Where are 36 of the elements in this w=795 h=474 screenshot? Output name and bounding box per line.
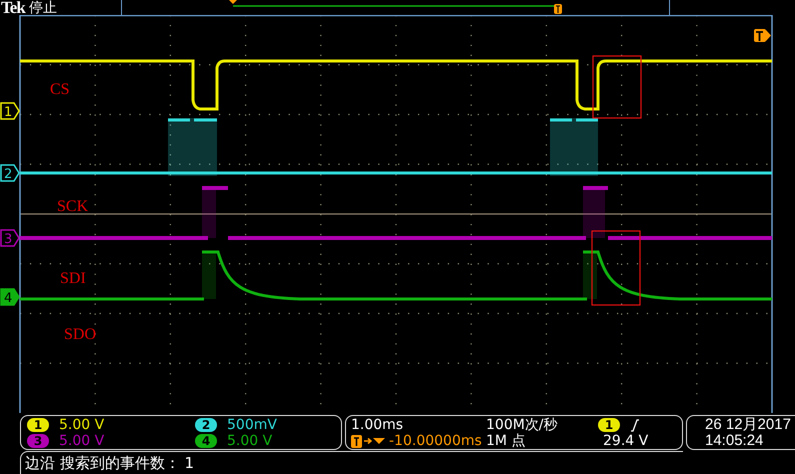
channel-marker[interactable]	[0, 229, 20, 247]
time-scale: 1.00ms	[351, 417, 404, 433]
channel-scale: 500mV	[227, 417, 277, 433]
channel-scale: 5.00 V	[59, 433, 104, 449]
channel-scale: 5.00 V	[59, 417, 104, 433]
channel-badge: 3	[27, 434, 49, 448]
trigger-source-badge: 1	[598, 418, 620, 432]
trigger-level-icon	[754, 29, 771, 42]
zoom-region-frame	[592, 55, 642, 119]
trigger-marker-icon	[554, 4, 562, 14]
run-status: 停止	[28, 0, 57, 14]
trigger-position-icon	[229, 0, 237, 4]
search-status-message: 边沿 搜索到的事件数： 1	[20, 451, 683, 474]
record-length: 1M 点	[486, 433, 526, 449]
channel-number: 1	[4, 105, 12, 120]
rising-edge-icon	[630, 418, 639, 432]
channel-marker[interactable]	[0, 164, 20, 182]
channel-badge: 4	[195, 434, 217, 448]
channel-badge: 1	[27, 418, 49, 432]
sample-rate: 100M次/秒	[486, 417, 559, 433]
channel-badge: 2	[195, 418, 217, 432]
signal-label: SDO	[64, 326, 96, 343]
trigger-delay: -10.00000ms	[389, 433, 482, 449]
channel-number: 3	[4, 232, 12, 247]
trigger-delay-icon	[351, 434, 387, 448]
signal-label: SCK	[57, 198, 88, 215]
channel-number: 2	[4, 167, 12, 182]
signal-label: CS	[50, 81, 70, 98]
channel-scale: 5.00 V	[227, 433, 272, 449]
signal-label: SDI	[60, 270, 86, 287]
date-text: 26 12月2017	[705, 417, 792, 433]
time-text: 14:05:24	[705, 433, 764, 449]
channel-number: 4	[4, 291, 12, 306]
channel-marker[interactable]	[0, 288, 20, 306]
brand-logo: Tek	[1, 0, 25, 16]
trigger-level: 29.4 V	[602, 433, 650, 449]
